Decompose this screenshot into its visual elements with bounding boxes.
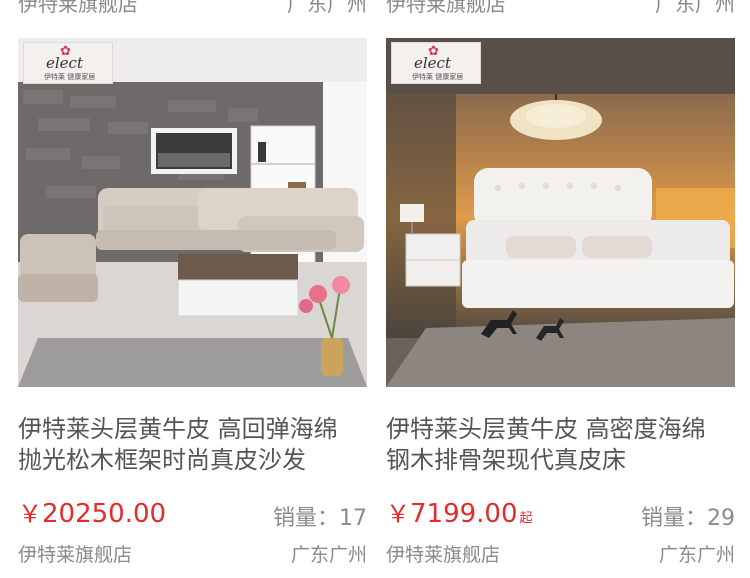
product-title-line-2[interactable]: 钢木排骨架现代真皮床 <box>386 445 735 476</box>
price-suffix: 起 <box>519 511 533 526</box>
currency-symbol: ￥ <box>18 500 42 528</box>
shop-name[interactable]: 伊特莱旗舰店 <box>18 540 132 567</box>
sales-label: 销量： <box>640 506 707 531</box>
price-value: 20250.00 <box>42 499 167 529</box>
product-card-bed[interactable]: 伊特莱旗舰店 广东广州 ✿ elect 伊特莱 健康家居 伊特莱头层黄牛皮 高密… <box>386 0 735 578</box>
previous-shop-name: 伊特莱旗舰店 <box>386 0 506 16</box>
logo-text: elect <box>46 54 83 72</box>
sofa-photo <box>18 38 367 387</box>
product-title-line-1[interactable]: 伊特莱头层黄牛皮 高密度海绵 <box>386 414 735 445</box>
product-price: ￥7199.00 起 <box>386 494 533 529</box>
product-price: ￥20250.00 <box>18 494 168 529</box>
price-value: 7199.00 <box>410 499 518 529</box>
logo-text: elect <box>414 54 451 72</box>
shop-location: 广东广州 <box>290 544 367 566</box>
product-title[interactable]: 伊特莱头层黄牛皮 高回弹海绵 抛光松木框架时尚真皮沙发 <box>18 414 367 476</box>
product-card-sofa[interactable]: 伊特莱旗舰店 广东广州 ✿ elect 伊特莱 健康家居 伊特莱头层黄牛皮 高回… <box>18 0 367 578</box>
sales-value: 17 <box>339 506 367 531</box>
brand-logo: ✿ elect 伊特莱 健康家居 <box>23 42 113 84</box>
sales-value: 29 <box>707 506 735 531</box>
bed-photo <box>386 38 735 387</box>
previous-location: 广东广州 <box>287 0 367 16</box>
shop-location: 广东广州 <box>658 544 735 566</box>
shop-name[interactable]: 伊特莱旗舰店 <box>386 540 500 567</box>
product-image[interactable]: ✿ elect 伊特莱 健康家居 <box>386 38 735 387</box>
sales-label: 销量： <box>272 506 339 531</box>
logo-tagline: 伊特莱 健康家居 <box>44 73 96 81</box>
logo-tagline: 伊特莱 健康家居 <box>412 73 464 81</box>
product-title-line-2[interactable]: 抛光松木框架时尚真皮沙发 <box>18 445 367 476</box>
product-title-line-1[interactable]: 伊特莱头层黄牛皮 高回弹海绵 <box>18 414 367 445</box>
currency-symbol: ￥ <box>386 500 410 528</box>
brand-logo: ✿ elect 伊特莱 健康家居 <box>391 42 481 84</box>
sales-count: 销量：17 <box>273 500 367 532</box>
product-image[interactable]: ✿ elect 伊特莱 健康家居 <box>18 38 367 387</box>
previous-location: 广东广州 <box>655 0 735 16</box>
sales-count: 销量：29 <box>641 500 735 532</box>
product-title[interactable]: 伊特莱头层黄牛皮 高密度海绵 钢木排骨架现代真皮床 <box>386 414 735 476</box>
previous-shop-name: 伊特莱旗舰店 <box>18 0 138 16</box>
